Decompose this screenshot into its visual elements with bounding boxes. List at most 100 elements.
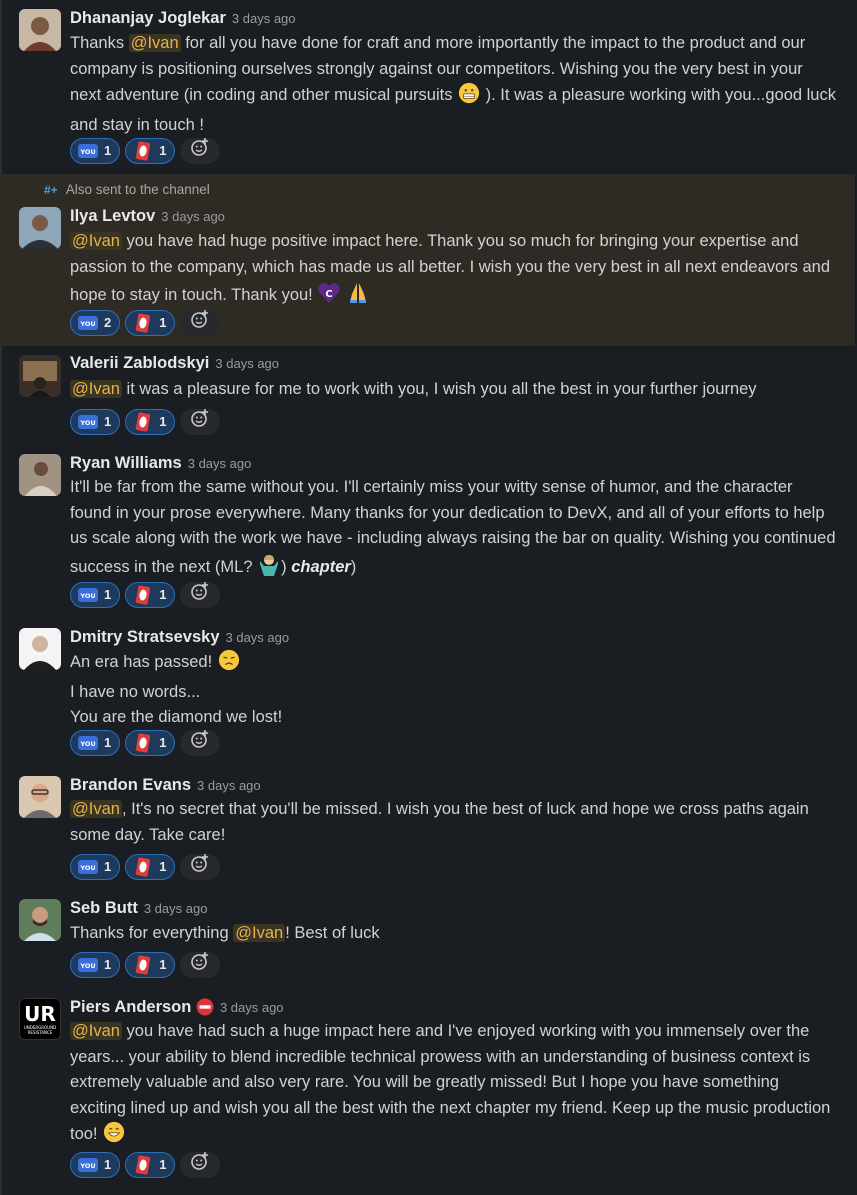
message[interactable]: Brandon Evans 3 days ago @Ivan, It's no s… (0, 770, 855, 892)
grimacing-emoji (457, 82, 481, 113)
author-name[interactable]: Dmitry Stratsevsky (70, 628, 220, 646)
svg-text:YOU: YOU (79, 864, 95, 872)
message[interactable]: Dhananjay Joglekar 3 days ago Thanks @Iva… (0, 0, 855, 174)
add-reaction-icon (190, 729, 210, 758)
mention[interactable]: @Ivan (233, 924, 286, 942)
reaction-thank-you[interactable]: YOU 1 (70, 854, 121, 880)
also-sent-label: Also sent to the channel (65, 182, 210, 197)
reaction-card[interactable]: 1 (125, 952, 176, 978)
add-reaction-button[interactable] (180, 309, 221, 336)
message-text: @Ivan you have had such a huge impact he… (70, 1019, 837, 1152)
message[interactable]: Valerii Zablodskyi 3 days ago @Ivan it wa… (0, 346, 855, 446)
timestamp[interactable]: 3 days ago (197, 778, 261, 793)
add-reaction-icon (190, 1151, 210, 1180)
reaction-card[interactable]: 1 (125, 730, 176, 756)
timestamp[interactable]: 3 days ago (188, 456, 252, 471)
timestamp[interactable]: 3 days ago (226, 630, 290, 645)
avatar-logo-subtext: UNDERGROUND RESISTANCE (23, 1025, 57, 1035)
reaction-thank-you[interactable]: YOU 1 (70, 582, 121, 608)
timestamp[interactable]: 3 days ago (144, 901, 208, 916)
avatar-logo-text: UR (24, 1002, 56, 1026)
author-name[interactable]: Seb Butt (70, 899, 138, 917)
mention[interactable]: @Ivan (70, 380, 122, 398)
reaction-card[interactable]: 1 (125, 1152, 176, 1178)
message[interactable]: Ryan Williams 3 days ago It'll be far fro… (0, 446, 855, 620)
text-line: An era has passed! (70, 649, 837, 680)
mention[interactable]: @Ivan (70, 1022, 122, 1040)
reaction-card[interactable]: 1 (125, 582, 176, 608)
avatar[interactable] (19, 628, 61, 670)
add-reaction-button[interactable] (180, 951, 221, 980)
add-reaction-button[interactable] (180, 1151, 221, 1180)
message-text: Thanks for everything @Ivan! Best of luc… (70, 924, 380, 942)
timestamp[interactable]: 3 days ago (220, 1000, 284, 1015)
message[interactable]: UR UNDERGROUND RESISTANCE Piers Anderson… (0, 990, 855, 1195)
reaction-thank-you[interactable]: YOU 1 (70, 138, 121, 164)
svg-text:C: C (326, 289, 333, 300)
author-name[interactable]: Ilya Levtov (70, 207, 155, 225)
avatar[interactable]: UR UNDERGROUND RESISTANCE (19, 998, 61, 1040)
reaction-thank-you[interactable]: YOU 1 (70, 1152, 121, 1178)
timestamp[interactable]: 3 days ago (232, 11, 296, 26)
message-text: @Ivan, It's no secret that you'll be mis… (70, 800, 809, 844)
card-emoji (132, 955, 154, 975)
reaction-thank-you[interactable]: YOU 1 (70, 952, 121, 978)
avatar[interactable] (19, 9, 61, 51)
add-reaction-icon (190, 853, 210, 882)
add-reaction-icon (190, 408, 210, 437)
channel-share-icon: #+ (44, 183, 58, 197)
thank-you-emoji: YOU (77, 734, 99, 752)
text-line: I have no words... (70, 682, 201, 701)
author-name[interactable]: Dhananjay Joglekar (70, 9, 226, 27)
avatar[interactable] (19, 899, 61, 941)
thank-you-emoji: YOU (77, 142, 99, 160)
mention[interactable]: @Ivan (128, 34, 181, 52)
svg-text:YOU: YOU (79, 320, 95, 328)
avatar[interactable] (19, 207, 61, 249)
author-name[interactable]: Valerii Zablodskyi (70, 354, 209, 372)
add-reaction-button[interactable] (180, 408, 221, 437)
svg-text:YOU: YOU (79, 419, 95, 427)
reaction-card[interactable]: 1 (125, 138, 176, 164)
add-reaction-icon (190, 137, 210, 166)
message[interactable]: Dmitry Stratsevsky 3 days ago An era has … (0, 620, 855, 770)
avatar[interactable] (19, 776, 61, 818)
add-reaction-button[interactable] (180, 853, 221, 882)
thank-you-emoji: YOU (77, 314, 99, 332)
reaction-thank-you[interactable]: YOU 1 (70, 409, 121, 435)
grinning-emoji (102, 1121, 126, 1152)
timestamp[interactable]: 3 days ago (215, 356, 279, 371)
reaction-thank-you[interactable]: YOU 2 (70, 310, 121, 336)
avatar[interactable] (19, 454, 61, 496)
card-emoji (132, 141, 154, 161)
author-name[interactable]: Piers Anderson (70, 998, 191, 1016)
folded-hands-emoji (346, 280, 370, 313)
timestamp[interactable]: 3 days ago (161, 209, 225, 224)
add-reaction-button[interactable] (180, 137, 221, 166)
mention[interactable]: @Ivan (70, 232, 122, 250)
add-reaction-icon (190, 951, 210, 980)
reaction-card[interactable]: 1 (125, 854, 176, 880)
author-name[interactable]: Brandon Evans (70, 776, 191, 794)
card-emoji (132, 733, 154, 753)
mention[interactable]: @Ivan (70, 800, 122, 818)
message-text: @Ivan you have had huge positive impact … (70, 229, 837, 313)
message-text: It'll be far from the same without you. … (70, 475, 837, 584)
author-name[interactable]: Ryan Williams (70, 454, 182, 472)
reaction-card[interactable]: 1 (125, 409, 176, 435)
avatar[interactable] (19, 355, 61, 397)
card-emoji (132, 412, 154, 432)
c-heart-emoji: C (317, 282, 341, 313)
card-emoji (132, 585, 154, 605)
message-text: An era has passed! I have no words... Yo… (70, 649, 837, 731)
message-highlighted[interactable]: #+ Also sent to the channel Ilya Levtov 3 … (0, 174, 855, 346)
svg-text:YOU: YOU (79, 1162, 95, 1170)
reaction-card[interactable]: 1 (125, 310, 176, 336)
message[interactable]: Seb Butt 3 days ago Thanks for everything… (0, 892, 855, 990)
svg-text:YOU: YOU (79, 592, 95, 600)
add-reaction-button[interactable] (180, 729, 221, 758)
reaction-thank-you[interactable]: YOU 1 (70, 730, 121, 756)
add-reaction-button[interactable] (180, 581, 221, 608)
text-line: You are the diamond we lost! (70, 708, 283, 726)
thank-you-emoji: YOU (77, 413, 99, 431)
